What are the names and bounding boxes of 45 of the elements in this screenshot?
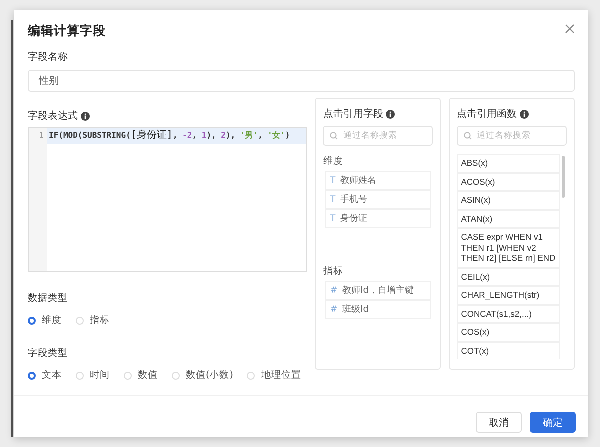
- info-icon: [520, 110, 530, 118]
- panel-title: 点击引用函数: [457, 108, 518, 121]
- field-label: 字段表达式: [28, 110, 78, 123]
- function-item[interactable]: ASIN(x): [457, 191, 560, 210]
- radio-option[interactable]: 文本: [28, 369, 62, 382]
- search-icon: [464, 132, 472, 140]
- radio-option[interactable]: 数值(小数): [172, 369, 234, 382]
- group-label: 指标: [323, 265, 344, 278]
- function-item[interactable]: CONCAT(s1,s2,...): [457, 304, 560, 323]
- field-item[interactable]: # 班级Id: [325, 300, 432, 319]
- cancel-button[interactable]: 取消: [476, 412, 522, 433]
- function-item[interactable]: CHAR_LENGTH(str): [457, 286, 560, 304]
- function-item[interactable]: COT(x): [457, 342, 560, 359]
- dialog-title: 编辑计算字段: [28, 22, 106, 40]
- function-item[interactable]: CEIL(x): [457, 268, 560, 286]
- field-item[interactable]: T 身份证: [325, 209, 432, 228]
- close-icon[interactable]: [565, 24, 575, 34]
- function-item[interactable]: CASE expr WHEN v1 THEN r1 [WHEN v2 THEN r2] [ELSE rn] END: [457, 228, 560, 268]
- search-icon: [330, 132, 338, 140]
- line-number: 1: [39, 131, 44, 141]
- radio-icon[interactable]: [28, 316, 36, 324]
- name-input-field[interactable]: 性别: [28, 70, 575, 92]
- field-item[interactable]: # 教师Id，自增主键: [325, 281, 432, 300]
- confirm-button[interactable]: 确定: [530, 412, 576, 433]
- field-item[interactable]: T 手机号: [325, 190, 432, 209]
- radio-option[interactable]: 指标: [76, 314, 110, 327]
- code-editor[interactable]: 1 IF(MOD(SUBSTRING([身份证], -2, 1), 2), '男', '女'): [28, 127, 308, 272]
- field-label: 字段类型: [28, 347, 69, 360]
- scrollbar[interactable]: [562, 156, 565, 198]
- function-item[interactable]: COS(x): [457, 323, 560, 342]
- function-item[interactable]: ACOS(x): [457, 172, 560, 191]
- radio-option[interactable]: 维度: [28, 314, 62, 327]
- group-label: 维度: [323, 155, 344, 168]
- radio-icon[interactable]: [28, 372, 36, 380]
- function-item[interactable]: ABS(x): [457, 154, 560, 172]
- radio-option[interactable]: 地理位置: [247, 369, 302, 382]
- function-item[interactable]: ATAN(x): [457, 210, 560, 228]
- info-icon: [386, 110, 396, 118]
- info-icon: [81, 112, 90, 120]
- radio-option[interactable]: 时间: [76, 369, 110, 382]
- field-label: 数据类型: [28, 292, 69, 305]
- field-label: 字段名称: [28, 50, 69, 64]
- field-item[interactable]: T 教师姓名: [325, 171, 432, 190]
- radio-option[interactable]: 数值: [124, 369, 158, 382]
- panel-title: 点击引用字段: [323, 108, 384, 121]
